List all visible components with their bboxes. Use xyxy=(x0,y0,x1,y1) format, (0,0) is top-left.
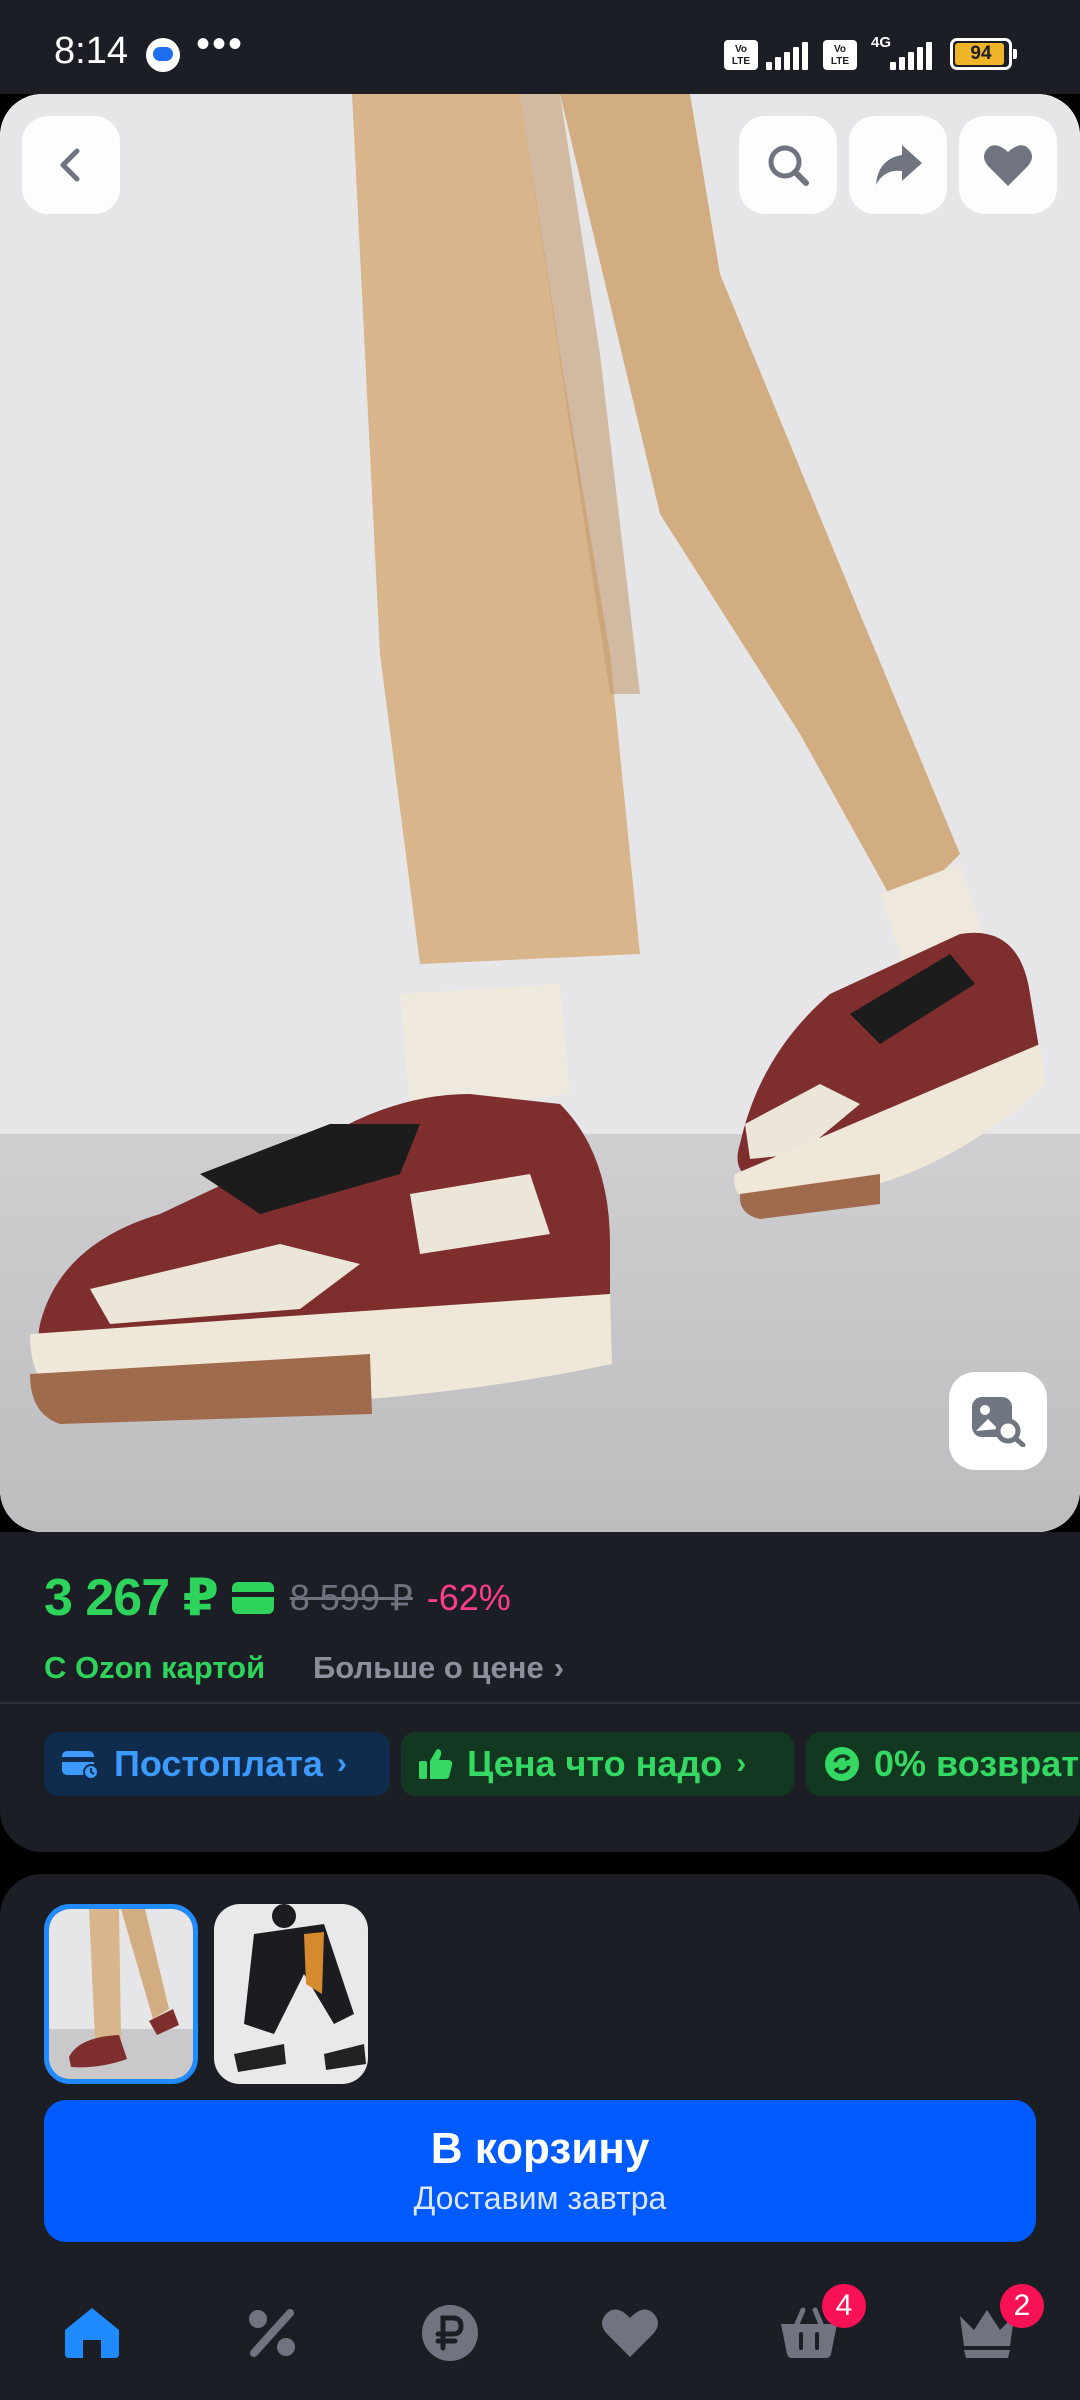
thumbnail[interactable] xyxy=(214,1904,368,2084)
more-about-price-label: Больше о цене xyxy=(313,1650,544,1685)
more-notifications-icon: ••• xyxy=(196,22,245,66)
price-row: 3 267 ₽ 8 599 ₽ -62% xyxy=(44,1568,511,1628)
delivery-info: Доставим завтра xyxy=(413,2180,667,2216)
credit-card-clock-icon xyxy=(62,1747,100,1781)
home-icon xyxy=(65,2308,119,2358)
nav-home[interactable] xyxy=(57,2298,127,2368)
chevron-right-icon: › xyxy=(336,1747,347,1780)
feature-good-price[interactable]: Цена что надо › xyxy=(401,1732,794,1796)
thumbnail-image xyxy=(49,1909,193,2079)
visual-search-button[interactable] xyxy=(949,1372,1047,1470)
heart-icon xyxy=(602,2309,658,2357)
ozon-card-icon xyxy=(231,1582,274,1614)
old-price: 8 599 ₽ xyxy=(289,1577,413,1618)
thumbs-up-icon xyxy=(419,1747,453,1781)
volte-icon: Vo LTE xyxy=(724,40,758,70)
bottom-navigation: 4 2 xyxy=(0,2256,1080,2400)
image-search-icon xyxy=(972,1397,1026,1447)
nav-cart[interactable]: 4 xyxy=(774,2284,866,2368)
signal-strength-icon-2 xyxy=(890,40,932,70)
ruble-icon xyxy=(422,2305,478,2361)
add-to-cart-label: В корзину xyxy=(430,2124,650,2173)
product-photo[interactable] xyxy=(0,94,1080,1532)
back-button[interactable] xyxy=(22,116,120,214)
chevron-left-icon xyxy=(60,148,80,182)
nav-profile[interactable]: 2 xyxy=(952,2284,1044,2368)
feature-postpay[interactable]: Постоплата › xyxy=(44,1732,390,1796)
nav-finance[interactable] xyxy=(415,2298,485,2368)
nav-favorites[interactable] xyxy=(595,2298,665,2368)
search-icon xyxy=(768,145,809,186)
share-arrow-icon xyxy=(876,145,922,185)
status-time: 8:14 xyxy=(54,30,128,72)
divider xyxy=(0,1702,1080,1704)
signal-strength-icon xyxy=(766,40,808,70)
chevron-right-icon: › xyxy=(736,1747,747,1780)
profile-notification-badge: 2 xyxy=(1000,2284,1044,2328)
add-to-cart-button[interactable]: В корзину Доставим завтра xyxy=(44,2100,1036,2242)
battery-level: 94 xyxy=(970,43,992,64)
thumbnail-selected[interactable] xyxy=(44,1904,198,2084)
cart-count-badge: 4 xyxy=(822,2284,866,2328)
feature-postpay-label: Постоплата xyxy=(114,1743,323,1784)
favorite-button[interactable] xyxy=(959,116,1057,214)
feature-good-price-label: Цена что надо xyxy=(467,1743,723,1784)
volte-icon-2: Vo LTE xyxy=(823,40,857,70)
thumbnail-image xyxy=(214,1904,368,2084)
battery-icon: 94 xyxy=(950,38,1017,70)
chevron-right-icon: › xyxy=(553,1650,565,1685)
network-type: 4G xyxy=(871,34,892,51)
product-image-sneakers xyxy=(0,94,1080,1532)
more-about-price-link[interactable]: Больше о цене › xyxy=(313,1650,564,1686)
status-bar: 8:14 ••• Vo LTE Vo LTE 4G 94 xyxy=(0,0,1080,94)
search-button[interactable] xyxy=(739,116,837,214)
feature-return-label: 0% возврат xyxy=(874,1743,1079,1784)
share-button[interactable] xyxy=(849,116,947,214)
messages-notification-icon xyxy=(146,38,180,72)
feature-return[interactable]: 0% возврат xyxy=(806,1732,1080,1796)
nav-promo[interactable] xyxy=(237,2298,307,2368)
percent-icon xyxy=(249,2309,295,2357)
ozon-card-label[interactable]: С Ozon картой xyxy=(44,1650,265,1686)
return-icon xyxy=(824,1746,860,1782)
current-price: 3 267 ₽ xyxy=(44,1569,219,1627)
price-section: 3 267 ₽ 8 599 ₽ -62% С Ozon картой Больш… xyxy=(0,1532,1080,1852)
discount-badge: -62% xyxy=(426,1577,511,1618)
heart-icon xyxy=(984,145,1032,186)
